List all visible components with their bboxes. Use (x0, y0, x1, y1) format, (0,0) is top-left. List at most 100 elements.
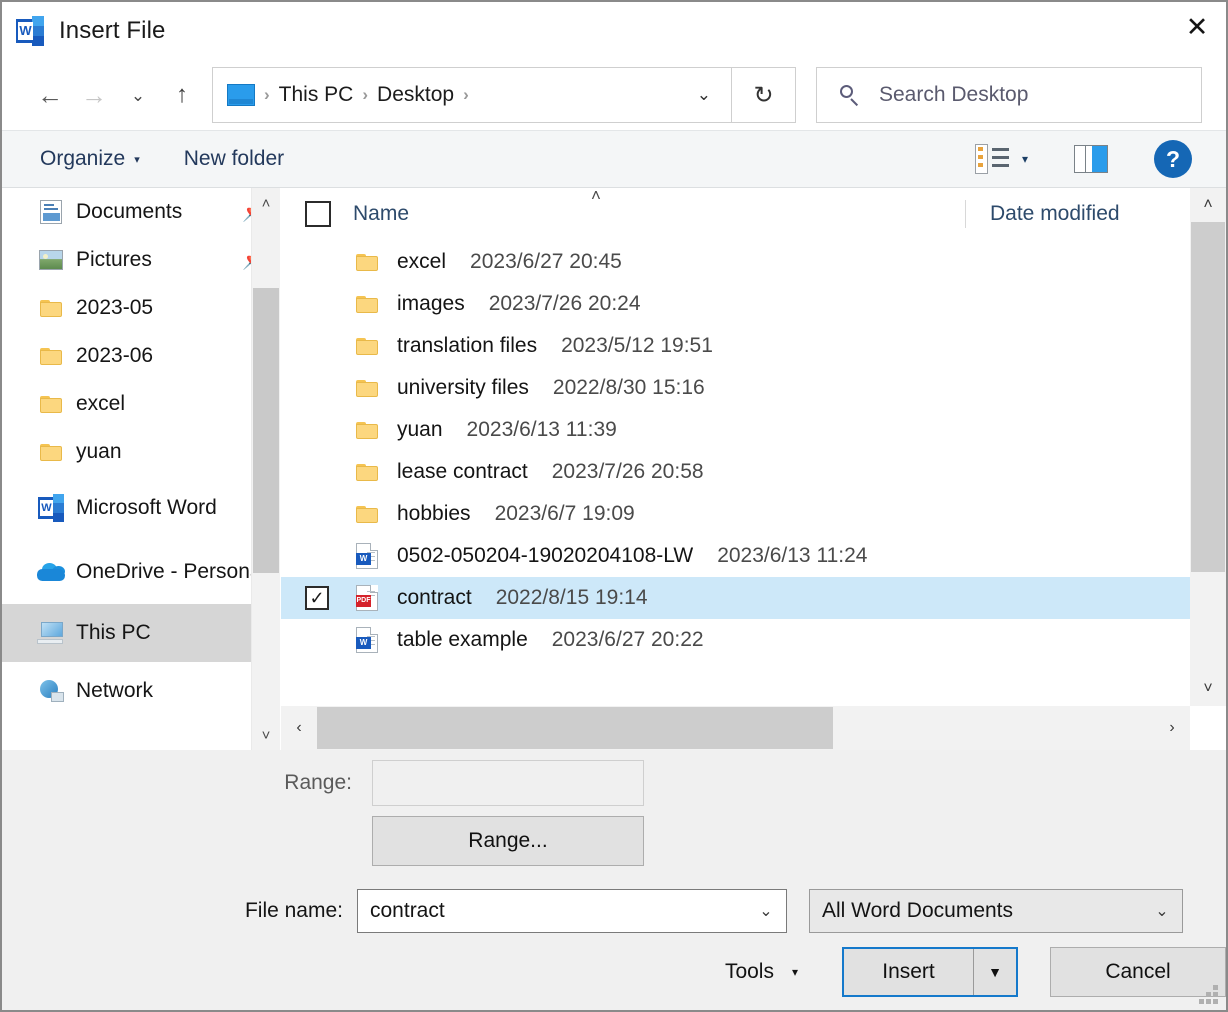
table-row[interactable]: yuan 2023/6/13 11:39 (281, 409, 1226, 451)
row-checkbox[interactable]: ✓ (305, 586, 329, 610)
file-type-select[interactable]: All Word Documents ⌄ (809, 889, 1183, 933)
range-row: Range: (2, 760, 1226, 806)
back-button[interactable]: ← (28, 73, 72, 117)
sidebar-label: Microsoft Word (76, 496, 217, 520)
scroll-down-icon[interactable]: ˅ (1190, 672, 1226, 706)
onedrive-icon (36, 563, 66, 581)
select-all-checkbox[interactable] (305, 201, 331, 227)
table-row[interactable]: university files 2022/8/30 15:16 (281, 367, 1226, 409)
sidebar-item-2023-05[interactable]: 2023-05 (2, 284, 280, 332)
folder-icon (36, 396, 66, 413)
scroll-up-icon[interactable]: ˄ (1190, 188, 1226, 222)
up-button[interactable]: ↑ (160, 73, 204, 117)
command-bar: Organize ▾ New folder ▾ ? (2, 130, 1226, 188)
breadcrumb[interactable]: › This PC › Desktop › ⌄ (212, 67, 732, 123)
organize-label: Organize (40, 147, 125, 171)
navigation-bar: ← → ⌄ ↑ › This PC › Desktop › ⌄ ↻ Search… (2, 60, 1226, 130)
sidebar-item-this-pc[interactable]: This PC (2, 604, 280, 662)
file-name-row: File name: contract ⌄ All Word Documents… (2, 889, 1226, 933)
search-input[interactable]: Search Desktop (879, 83, 1028, 107)
table-row[interactable]: translation files 2023/5/12 19:51 (281, 325, 1226, 367)
insert-file-dialog: W Insert File ✕ ← → ⌄ ↑ › This PC › Desk… (0, 0, 1228, 1012)
scroll-right-icon[interactable]: › (1154, 719, 1190, 737)
range-section: Range: Range... (2, 750, 1226, 875)
view-options-caret-icon[interactable]: ▾ (1022, 152, 1028, 166)
column-header-name[interactable]: Name (353, 202, 965, 226)
file-name: contract (397, 586, 472, 610)
sidebar-item-2023-06[interactable]: 2023-06 (2, 332, 280, 380)
file-date: 2023/5/12 19:51 (537, 334, 797, 358)
chevron-down-icon: ▾ (792, 965, 798, 979)
dialog-footer: File name: contract ⌄ All Word Documents… (2, 875, 1226, 1010)
table-row[interactable]: images 2023/7/26 20:24 (281, 283, 1226, 325)
word-icon: W (36, 494, 66, 522)
view-options-icon[interactable] (975, 144, 1009, 174)
word-icon: W (16, 16, 46, 46)
close-icon[interactable]: ✕ (1168, 2, 1226, 52)
scroll-down-icon[interactable]: ˅ (252, 720, 280, 750)
file-list-scroll-thumb[interactable] (1191, 222, 1225, 572)
file-list-pane: ˄ Name Date modified excel 2023/6/27 20:… (280, 188, 1226, 750)
table-row[interactable]: W 0502-050204-19020204108-LW 2023/6/13 1… (281, 535, 1226, 577)
file-list-vertical-scrollbar[interactable]: ˄ ˅ (1190, 188, 1226, 706)
resize-grip-icon[interactable] (1200, 985, 1218, 1003)
breadcrumb-item-desktop[interactable]: Desktop (377, 83, 454, 107)
file-name-input[interactable]: contract ⌄ (357, 889, 787, 933)
title-bar: W Insert File ✕ (2, 2, 1226, 60)
action-button-row: Tools ▾ Insert ▼ Cancel (2, 947, 1226, 997)
preview-pane-icon[interactable] (1074, 145, 1108, 173)
tools-label: Tools (725, 960, 774, 984)
sidebar-item-pictures[interactable]: Pictures 📌 (2, 236, 280, 284)
scroll-up-icon[interactable]: ˄ (252, 188, 280, 218)
documents-icon (36, 200, 66, 224)
file-list-horizontal-scrollbar[interactable]: ‹ › (281, 706, 1190, 750)
sidebar-label: Network (76, 679, 153, 703)
sidebar-scrollbar[interactable]: ˄ ˅ (251, 188, 280, 750)
sidebar-item-microsoft-word[interactable]: W Microsoft Word (2, 476, 280, 540)
file-date: 2023/7/26 20:58 (528, 460, 788, 484)
chevron-down-icon[interactable]: ⌄ (1142, 901, 1182, 921)
chevron-down-icon[interactable]: ⌄ (697, 85, 711, 105)
help-button[interactable]: ? (1154, 140, 1192, 178)
range-input[interactable] (372, 760, 644, 806)
chevron-down-icon: ▾ (134, 153, 140, 166)
sidebar-item-yuan[interactable]: yuan (2, 428, 280, 476)
table-row[interactable]: lease contract 2023/7/26 20:58 (281, 451, 1226, 493)
table-row[interactable]: ✓ PDF contract 2022/8/15 19:14 (281, 577, 1226, 619)
sidebar-item-documents[interactable]: Documents 📌 (2, 188, 280, 236)
file-type-value: All Word Documents (822, 899, 1142, 923)
sidebar-label: OneDrive - Personal (76, 560, 266, 584)
insert-button[interactable]: Insert (844, 949, 974, 995)
horizontal-scroll-track[interactable] (317, 706, 1154, 750)
sidebar-item-onedrive[interactable]: OneDrive - Personal (2, 540, 280, 604)
sidebar-label: Pictures (76, 248, 152, 272)
sidebar-label: 2023-05 (76, 296, 153, 320)
search-box[interactable]: Search Desktop (816, 67, 1202, 123)
insert-dropdown-icon[interactable]: ▼ (974, 949, 1016, 995)
file-name: 0502-050204-19020204108-LW (397, 544, 693, 568)
forward-button[interactable]: → (72, 73, 116, 117)
folder-icon (353, 464, 381, 481)
horizontal-scroll-thumb[interactable] (317, 707, 833, 749)
table-row[interactable]: excel 2023/6/27 20:45 (281, 241, 1226, 283)
sidebar-item-network[interactable]: Network (2, 662, 280, 720)
scroll-left-icon[interactable]: ‹ (281, 719, 317, 737)
chevron-down-icon[interactable]: ⌄ (746, 901, 786, 921)
insert-split-button[interactable]: Insert ▼ (842, 947, 1018, 997)
sidebar-label: yuan (76, 440, 122, 464)
recent-locations-button[interactable]: ⌄ (116, 73, 160, 117)
refresh-button[interactable]: ↻ (732, 67, 796, 123)
sidebar-item-excel[interactable]: excel (2, 380, 280, 428)
file-name: university files (397, 376, 529, 400)
tools-button[interactable]: Tools ▾ (725, 960, 798, 984)
table-row[interactable]: W table example 2023/6/27 20:22 (281, 619, 1226, 661)
sidebar-scroll-thumb[interactable] (253, 288, 279, 573)
organize-button[interactable]: Organize ▾ (40, 147, 140, 171)
new-folder-button[interactable]: New folder (184, 147, 284, 171)
file-date: 2023/6/13 11:24 (693, 544, 953, 568)
breadcrumb-item-this-pc[interactable]: This PC (279, 83, 354, 107)
table-row[interactable]: hobbies 2023/6/7 19:09 (281, 493, 1226, 535)
range-button[interactable]: Range... (372, 816, 644, 866)
column-header-date-modified[interactable]: Date modified (966, 202, 1226, 226)
folder-icon (353, 296, 381, 313)
